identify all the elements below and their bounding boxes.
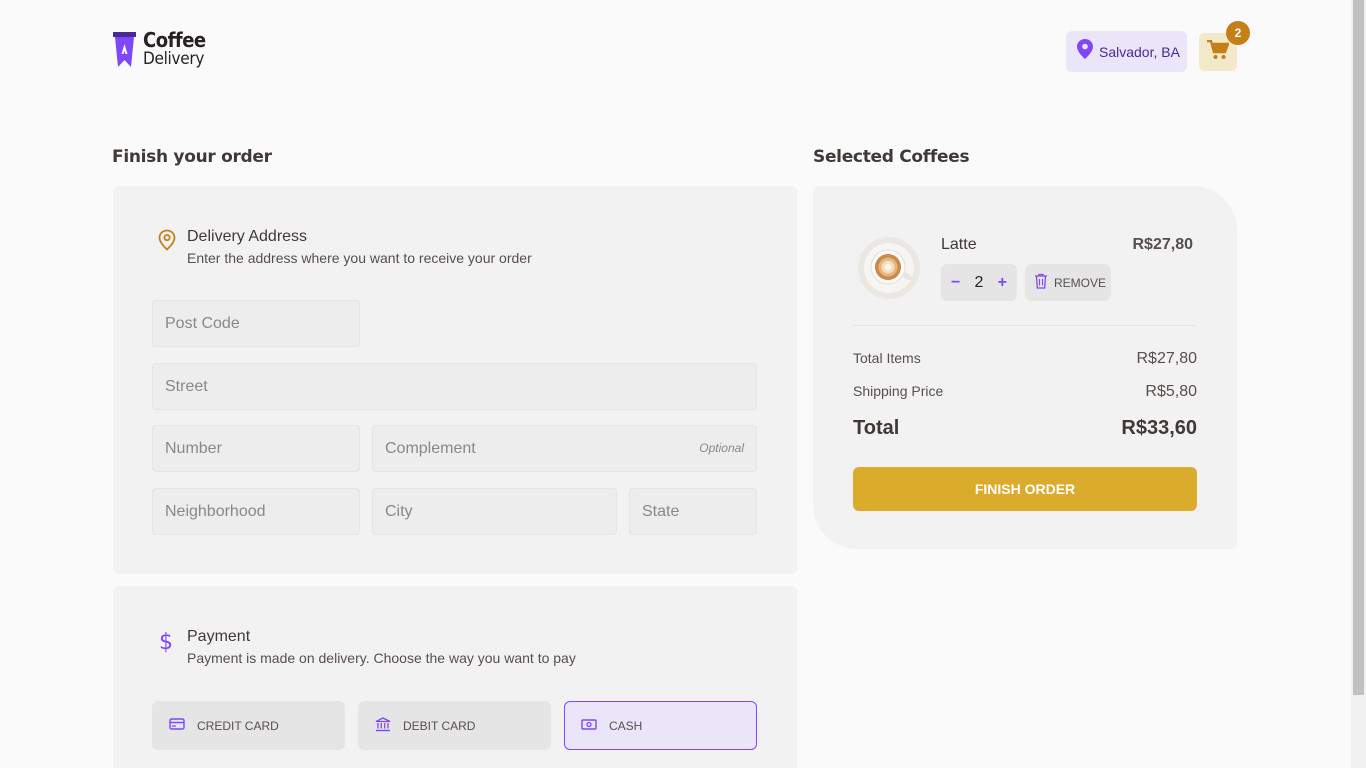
map-pin-icon	[157, 229, 177, 266]
svg-text:$: $	[159, 630, 173, 653]
shipping-value: R$5,80	[1145, 383, 1197, 400]
item-price: R$27,80	[1132, 236, 1194, 253]
location-text: Salvador, BA	[1099, 43, 1180, 60]
total-items-row: Total Items R$27,80	[853, 350, 1197, 368]
trash-icon	[1034, 273, 1048, 292]
post-code-input[interactable]	[165, 314, 359, 333]
credit-card-option[interactable]: CREDIT CARD	[152, 701, 345, 750]
shopping-cart-icon	[1207, 39, 1230, 65]
state-input[interactable]	[642, 502, 756, 521]
latte-image	[857, 236, 921, 300]
cart-count-badge: 2	[1226, 21, 1250, 45]
item-name: Latte	[941, 236, 977, 253]
optional-tag: Optional	[699, 441, 744, 455]
address-header: Delivery Address Enter the address where…	[157, 228, 532, 266]
total-row: Total R$33,60	[853, 417, 1197, 440]
minus-button[interactable]: −	[951, 274, 960, 292]
street-field[interactable]	[152, 363, 757, 410]
logo[interactable]: Coffee Delivery	[112, 30, 206, 76]
number-input[interactable]	[165, 439, 359, 458]
total-items-value: R$27,80	[1136, 350, 1198, 367]
finish-order-title: Finish your order	[112, 147, 272, 167]
delivery-address-card: Delivery Address Enter the address where…	[113, 186, 797, 574]
bank-icon	[375, 716, 391, 735]
neighborhood-field[interactable]	[152, 488, 360, 535]
debit-card-option[interactable]: DEBIT CARD	[358, 701, 551, 750]
total-label: Total	[853, 417, 900, 439]
address-title: Delivery Address	[187, 228, 308, 245]
credit-card-icon	[169, 718, 185, 733]
shipping-row: Shipping Price R$5,80	[853, 383, 1197, 401]
payment-title: Payment	[187, 628, 251, 645]
neighborhood-input[interactable]	[165, 502, 359, 521]
coffee-cup-icon	[112, 30, 137, 76]
address-subtitle: Enter the address where you want to rece…	[187, 250, 532, 266]
plus-button[interactable]: +	[998, 274, 1007, 292]
street-input[interactable]	[165, 377, 756, 396]
payment-subtitle: Payment is made on delivery. Choose the …	[187, 650, 576, 666]
remove-label: REMOVE	[1054, 275, 1107, 290]
city-input[interactable]	[385, 502, 616, 521]
debit-card-label: DEBIT CARD	[403, 718, 476, 733]
selected-coffees-title: Selected Coffees	[813, 147, 970, 167]
map-pin-icon	[1077, 39, 1093, 64]
number-field[interactable]	[152, 425, 360, 472]
remove-button[interactable]: REMOVE	[1025, 264, 1111, 301]
total-value: R$33,60	[1121, 417, 1197, 439]
divider	[853, 325, 1197, 326]
logo-text: Coffee Delivery	[143, 30, 206, 68]
shipping-label: Shipping Price	[853, 383, 944, 399]
logo-line1: Coffee	[143, 28, 206, 52]
money-icon	[581, 718, 597, 733]
quantity-stepper: − 2 +	[941, 264, 1017, 301]
post-code-field[interactable]	[152, 300, 360, 347]
credit-card-label: CREDIT CARD	[197, 718, 279, 733]
total-items-label: Total Items	[853, 350, 921, 366]
scrollbar[interactable]	[1351, 0, 1366, 768]
state-field[interactable]	[629, 488, 757, 535]
finish-order-button[interactable]: FINISH ORDER	[853, 467, 1197, 511]
scrollbar-thumb[interactable]	[1353, 0, 1364, 695]
dollar-icon: $	[157, 629, 177, 666]
cash-label: CASH	[609, 718, 643, 733]
complement-field[interactable]: Optional	[372, 425, 757, 472]
location-badge[interactable]: Salvador, BA	[1066, 31, 1187, 72]
logo-line2: Delivery	[143, 49, 205, 69]
city-field[interactable]	[372, 488, 617, 535]
payment-card: $ Payment Payment is made on delivery. C…	[113, 586, 797, 768]
cash-option[interactable]: CASH	[564, 701, 757, 750]
cart-summary-card: Latte R$27,80 − 2 + REMOVE Total Items R…	[813, 186, 1237, 549]
quantity-value: 2	[974, 273, 984, 291]
payment-header: $ Payment Payment is made on delivery. C…	[157, 628, 576, 666]
